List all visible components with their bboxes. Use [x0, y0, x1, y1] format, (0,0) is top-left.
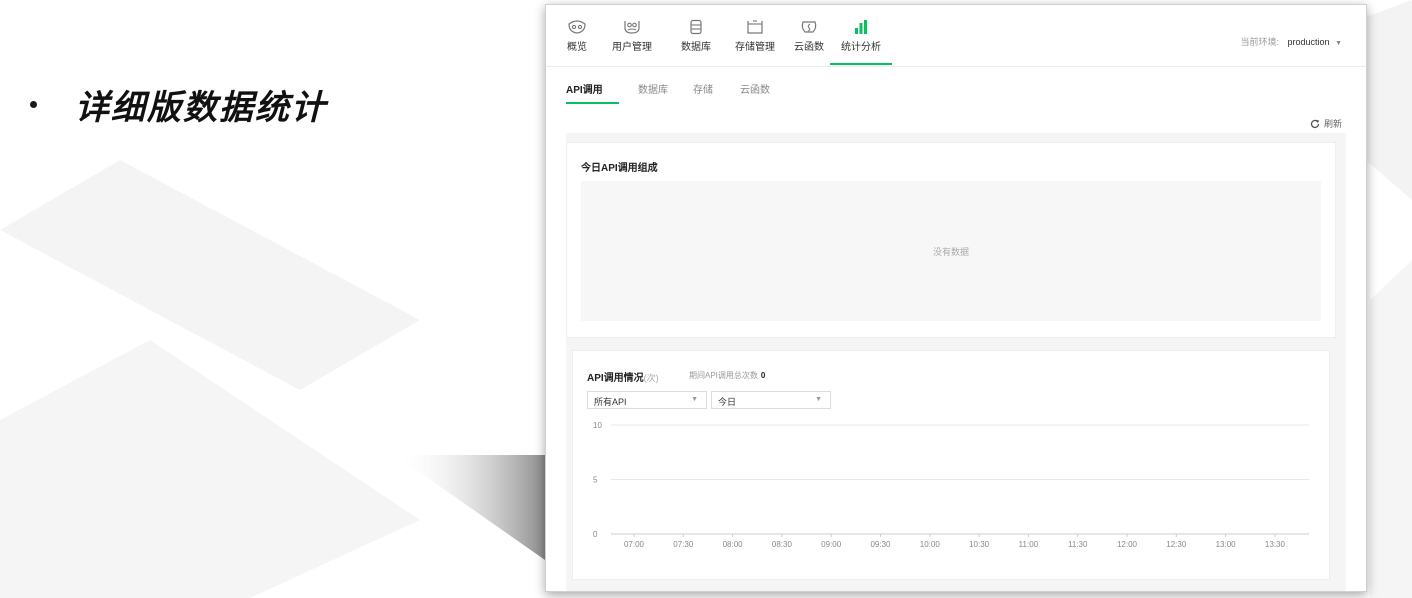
x-tick-label: 08:30 — [772, 540, 793, 549]
slide-heading: 详细版数据统计 — [75, 88, 327, 128]
eye-mask-icon — [568, 20, 586, 34]
x-tick-label: 08:00 — [723, 540, 744, 549]
tab-api-calls[interactable]: API调用 — [566, 81, 603, 96]
nav-label-overview: 概览 — [567, 42, 587, 53]
nav-label-statistics: 统计分析 — [841, 42, 881, 53]
tab-database[interactable]: 数据库 — [638, 81, 668, 96]
active-tab-indicator — [566, 102, 619, 104]
y-tick-label: 0 — [593, 530, 598, 539]
bullet-dot — [30, 101, 37, 108]
empty-text: 没有数据 — [932, 246, 969, 257]
top-nav: 概览 用户管理 数据库 存储管理 云函数 统计分析 当前环境: producti… — [546, 5, 1366, 67]
app-screenshot: 概览 用户管理 数据库 存储管理 云函数 统计分析 当前环境: producti… — [545, 4, 1367, 592]
nav-item-database[interactable]: 数据库 — [673, 19, 719, 53]
x-tick-label: 07:30 — [673, 540, 694, 549]
nav-item-users[interactable]: 用户管理 — [609, 19, 655, 53]
empty-state: 没有数据 — [581, 181, 1321, 321]
nav-label-cloud-function: 云函数 — [794, 42, 824, 53]
refresh-button[interactable]: 刷新 — [1310, 117, 1342, 130]
env-value: production — [1287, 37, 1330, 47]
x-tick-label: 09:30 — [870, 540, 891, 549]
nav-label-database: 数据库 — [681, 42, 711, 53]
x-tick-label: 12:30 — [1166, 540, 1187, 549]
x-tick-label: 13:00 — [1216, 540, 1237, 549]
refresh-label: 刷新 — [1323, 119, 1342, 129]
usage-line-chart: 10 5 0 07:00 07:30 08:00 08:30 09:00 09:30 10:00 1… — [593, 421, 1309, 549]
x-tick-label: 11:00 — [1019, 540, 1039, 549]
nav-item-cloud-function[interactable]: 云函数 — [786, 19, 832, 53]
nav-item-statistics[interactable]: 统计分析 — [830, 19, 892, 65]
x-tick-label: 13:30 — [1265, 540, 1286, 549]
today-api-card: 今日API调用组成 没有数据 — [566, 142, 1336, 338]
x-tick-label: 10:30 — [969, 540, 990, 549]
env-switcher[interactable]: 当前环境: production ▼ — [1240, 35, 1342, 48]
env-label: 当前环境: — [1240, 37, 1279, 47]
storage-icon — [747, 20, 763, 34]
cloud-function-icon — [801, 21, 817, 33]
database-icon — [690, 19, 702, 35]
nav-label-users: 用户管理 — [612, 42, 652, 53]
y-tick-label: 10 — [593, 421, 602, 430]
slide-bullet: 详细版数据统计 — [30, 80, 327, 129]
today-card-title: 今日API调用组成 — [581, 163, 658, 174]
tab-storage[interactable]: 存储 — [693, 81, 713, 96]
x-tick-label: 12:00 — [1117, 540, 1138, 549]
users-icon — [624, 21, 640, 34]
chevron-down-icon: ▼ — [1335, 40, 1342, 47]
x-tick-label: 10:00 — [920, 540, 941, 549]
x-tick-label: 09:00 — [821, 540, 842, 549]
nav-item-overview[interactable]: 概览 — [554, 19, 600, 53]
tab-cloud-function[interactable]: 云函数 — [740, 81, 770, 96]
nav-label-storage: 存储管理 — [735, 42, 775, 53]
x-tick-label: 07:00 — [624, 540, 645, 549]
bar-chart-icon — [855, 20, 867, 34]
y-tick-label: 5 — [593, 476, 598, 485]
api-usage-card: API调用情况(次) 期间API调用总次数 0 所有API ▼ 今日 ▼ 10 5 0… — [572, 350, 1330, 580]
nav-item-storage[interactable]: 存储管理 — [732, 19, 778, 53]
x-tick-label: 11:30 — [1068, 540, 1088, 549]
refresh-icon — [1310, 119, 1320, 128]
